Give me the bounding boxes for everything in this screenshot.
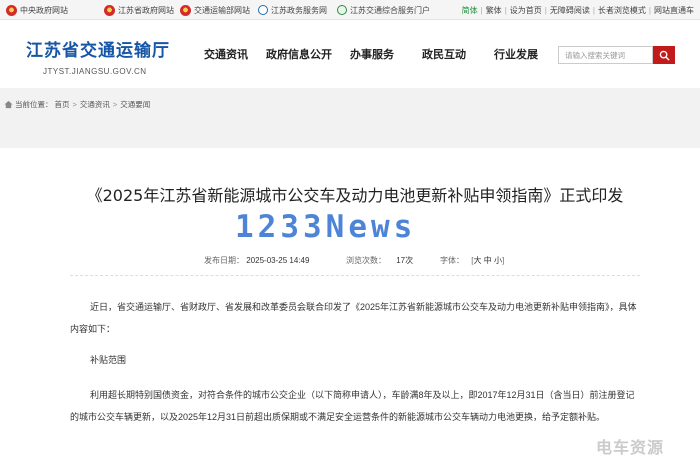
gov-service-icon <box>258 5 268 15</box>
view-count: 浏览次数： 17次 <box>346 255 413 266</box>
article-paragraph: 利用超长期特别国债资金，对符合条件的城市公交企业（以下简称申请人），车龄满8年及… <box>70 390 635 422</box>
separator: | <box>480 5 483 15</box>
site-header: 江苏省交通运输厅 JTYST.JIANGSU.GOV.CN 交通资讯 政府信息公… <box>0 20 700 88</box>
topbar-link-label: 交通运输部网站 <box>194 5 250 15</box>
nav-item-gov-info[interactable]: 政府信息公开 <box>266 46 332 62</box>
national-emblem-icon <box>104 4 115 16</box>
search-input[interactable]: 请输入搜索关键词 <box>558 46 653 64</box>
elder-mode-link[interactable]: 长者浏览模式 <box>598 5 646 16</box>
article-card: 《2025年江苏省新能源城市公交车及动力电池更新补贴申领指南》正式印发 发布日期… <box>0 148 700 464</box>
national-emblem-icon <box>180 4 191 16</box>
breadcrumb: 当前位置： 首页 > 交通资讯 > 交通要闻 <box>0 94 700 114</box>
breadcrumb-home[interactable]: 首页 <box>55 99 70 110</box>
search-placeholder: 请输入搜索关键词 <box>565 50 625 60</box>
separator: | <box>648 5 651 15</box>
separator: | <box>544 5 547 15</box>
article-paragraph: 近日，省交通运输厅、省财政厅、省发展和改革委员会联合印发了《2025年江苏省新能… <box>70 302 637 334</box>
publish-date: 发布日期： 2025-03-25 14:49 <box>204 255 309 266</box>
top-bar: 中央政府网站 江苏省政府网站 交通运输部网站 江苏政务服务网 江苏交通综合服务门… <box>0 0 700 20</box>
nav-item-industry[interactable]: 行业发展 <box>494 46 538 62</box>
breadcrumb-transport-news[interactable]: 交通资讯 <box>80 99 110 110</box>
separator: | <box>592 5 595 15</box>
breadcrumb-separator: > <box>112 99 118 109</box>
logo-domain: JTYST.JIANGSU.GOV.CN <box>43 67 147 76</box>
home-icon <box>4 100 13 108</box>
search-button[interactable] <box>653 46 675 64</box>
topbar-link-jiangsu-gov[interactable]: 江苏省政府网站 <box>104 0 174 20</box>
topbar-link-label: 中央政府网站 <box>20 5 68 15</box>
watermark-1233news: 1233News <box>235 209 417 245</box>
breadcrumb-label: 当前位置： <box>15 99 53 109</box>
set-homepage-link[interactable]: 设为首页 <box>510 5 542 16</box>
site-logo[interactable]: 江苏省交通运输厅 JTYST.JIANGSU.GOV.CN <box>26 41 170 77</box>
topbar-link-transport-portal[interactable]: 江苏交通综合服务门户 <box>337 0 430 20</box>
transport-portal-icon <box>337 5 347 15</box>
breadcrumb-key-news[interactable]: 交通要闻 <box>120 99 150 110</box>
lang-traditional-link[interactable]: 繁体 <box>486 5 502 16</box>
font-medium-button[interactable]: 中 <box>484 256 492 265</box>
font-size-switcher: 字体： [大 中 小] <box>440 255 504 266</box>
topbar-link-label: 江苏交通综合服务门户 <box>350 5 430 15</box>
view-count-value: 17次 <box>396 256 414 265</box>
topbar-link-gov-service[interactable]: 江苏政务服务网 <box>258 0 327 20</box>
view-count-label: 浏览次数： <box>346 256 386 265</box>
article-subheading: 补贴范围 <box>90 355 127 365</box>
font-size-label: 字体： <box>440 256 464 265</box>
search-icon <box>659 50 670 61</box>
national-emblem-icon <box>6 4 17 16</box>
lang-simplified-link[interactable]: 简体 <box>462 5 478 16</box>
watermark-corner: 电车资源 <box>596 440 665 457</box>
breadcrumb-separator: > <box>72 99 77 109</box>
accessible-reading-link[interactable]: 无障碍阅读 <box>550 5 590 16</box>
topbar-link-label: 江苏政务服务网 <box>271 5 327 15</box>
topbar-link-mot[interactable]: 交通运输部网站 <box>180 0 250 20</box>
separator: | <box>504 5 507 15</box>
nav-item-transport-news[interactable]: 交通资讯 <box>204 46 248 62</box>
font-large-button[interactable]: 大 <box>473 256 481 265</box>
topbar-utilities: 简体 | 繁体 | 设为首页 | 无障碍阅读 | 长者浏览模式 | 网站直通车 <box>462 0 694 20</box>
publish-date-value: 2025-03-25 14:49 <box>246 256 310 265</box>
topbar-link-label: 江苏省政府网站 <box>118 5 174 15</box>
site-map-link[interactable]: 网站直通车 <box>654 5 694 16</box>
nav-item-services[interactable]: 办事服务 <box>350 46 394 62</box>
nav-item-interaction[interactable]: 政民互动 <box>422 46 466 62</box>
font-small-button[interactable]: 小 <box>494 256 502 265</box>
divider <box>70 275 640 276</box>
topbar-link-central-gov[interactable]: 中央政府网站 <box>6 0 68 20</box>
bracket: ] <box>501 256 505 265</box>
logo-title: 江苏省交通运输厅 <box>26 41 170 60</box>
publish-date-label: 发布日期： <box>204 256 244 265</box>
